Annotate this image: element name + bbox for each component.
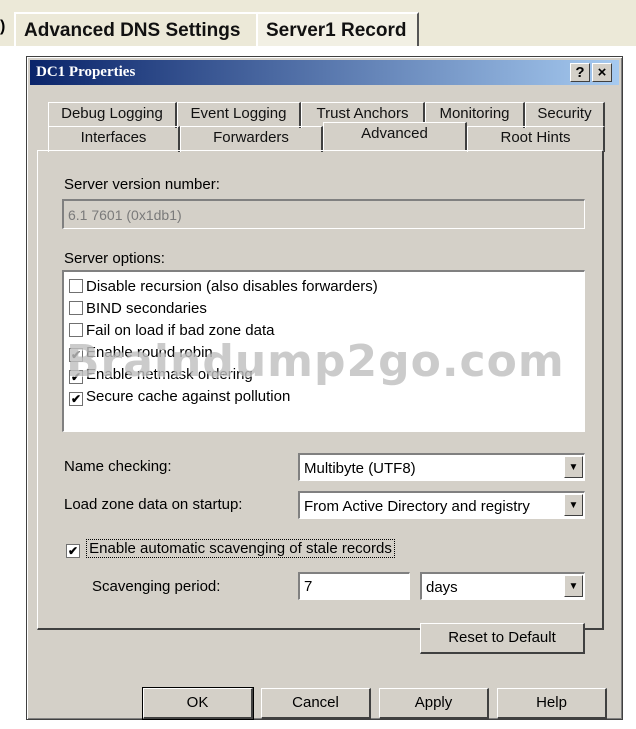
checkbox-fail-on-load[interactable]: [69, 323, 83, 337]
chevron-down-icon[interactable]: ▼: [564, 456, 583, 478]
option-bind-secondaries[interactable]: BIND secondaries: [69, 300, 207, 322]
scavenging-unit-select[interactable]: days ▼: [420, 572, 585, 600]
tab-event-logging[interactable]: Event Logging: [177, 102, 301, 128]
apply-button[interactable]: Apply: [379, 688, 489, 719]
server-options-label: Server options:: [64, 250, 165, 267]
load-zone-select[interactable]: From Active Directory and registry ▼: [298, 491, 585, 519]
checkbox-bind-secondaries[interactable]: [69, 301, 83, 315]
dialog-title: DC1 Properties: [36, 64, 136, 80]
tab-root-hints[interactable]: Root Hints: [467, 126, 605, 152]
name-checking-label: Name checking:: [64, 458, 172, 475]
option-label: Secure cache against pollution: [86, 388, 291, 405]
scavenging-label: Enable automatic scavenging of stale rec…: [86, 539, 395, 558]
option-label: BIND secondaries: [86, 300, 207, 317]
server-version-label: Server version number:: [64, 176, 220, 193]
name-checking-select[interactable]: Multibyte (UTF8) ▼: [298, 453, 585, 481]
watermark: Braindump2go.com: [66, 336, 565, 387]
ok-button[interactable]: OK: [142, 687, 254, 720]
checkbox-secure-cache[interactable]: ✔: [69, 392, 83, 406]
scavenging-unit-value: days: [426, 579, 458, 596]
scavenging-option[interactable]: ✔ Enable automatic scavenging of stale r…: [66, 539, 395, 558]
tab-security[interactable]: Security: [525, 102, 605, 128]
help-button[interactable]: Help: [497, 688, 607, 719]
server-version-field: 6.1 7601 (0x1db1): [62, 199, 585, 229]
checkbox-scavenging[interactable]: ✔: [66, 544, 80, 558]
name-checking-value: Multibyte (UTF8): [304, 460, 416, 477]
tab-advanced[interactable]: Advanced: [323, 122, 467, 150]
tab-interfaces[interactable]: Interfaces: [48, 126, 180, 152]
chevron-down-icon[interactable]: ▼: [564, 575, 583, 597]
scavenging-period-input[interactable]: [298, 572, 410, 600]
tab-forwarders[interactable]: Forwarders: [180, 126, 323, 152]
load-zone-label: Load zone data on startup:: [64, 496, 243, 513]
clipped-paren: ): [0, 18, 6, 35]
tab-server1-record[interactable]: Server1 Record: [256, 12, 419, 46]
checkbox-disable-recursion[interactable]: [69, 279, 83, 293]
chevron-down-icon[interactable]: ▼: [564, 494, 583, 516]
cancel-button[interactable]: Cancel: [261, 688, 371, 719]
outer-tab-strip: ) Advanced DNS Settings Server1 Record: [0, 0, 636, 46]
option-disable-recursion[interactable]: Disable recursion (also disables forward…: [69, 278, 378, 300]
tab-advanced-dns-settings[interactable]: Advanced DNS Settings: [14, 12, 258, 46]
close-icon[interactable]: ×: [592, 63, 612, 82]
tab-debug-logging[interactable]: Debug Logging: [48, 102, 177, 128]
title-bar: DC1 Properties ? ×: [30, 60, 619, 85]
load-zone-value: From Active Directory and registry: [304, 498, 530, 515]
help-icon[interactable]: ?: [570, 63, 590, 82]
scavenging-period-label: Scavenging period:: [92, 578, 221, 595]
reset-to-default-button[interactable]: Reset to Default: [420, 623, 585, 654]
option-label: Disable recursion (also disables forward…: [86, 278, 378, 295]
option-secure-cache[interactable]: ✔ Secure cache against pollution: [69, 388, 290, 410]
